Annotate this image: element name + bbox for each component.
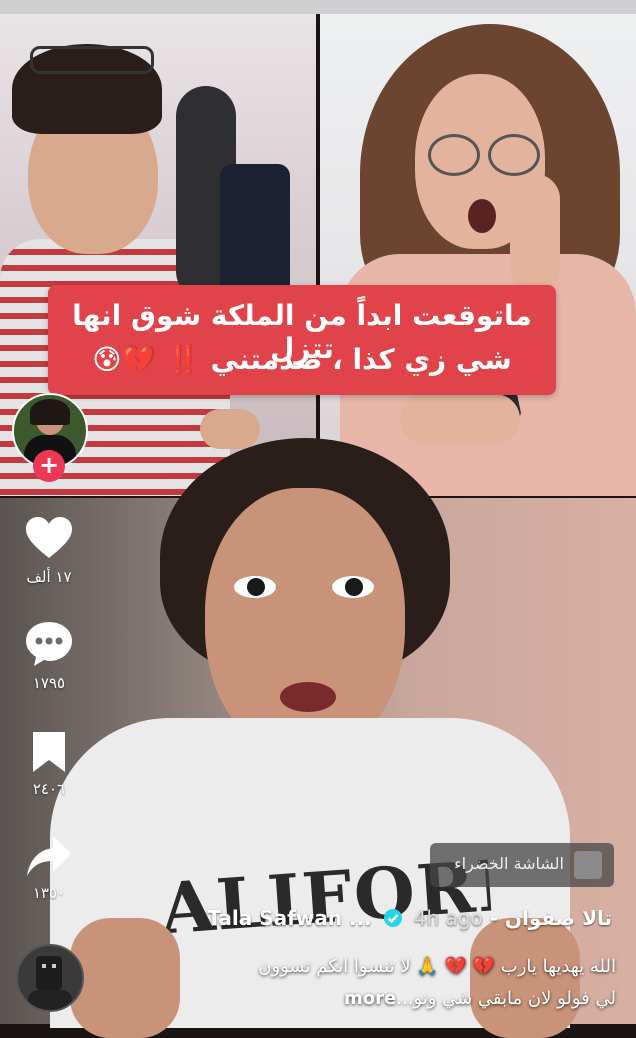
- share-button[interactable]: ١٣٥٠: [18, 834, 80, 902]
- post-description-line-2: لي فولو لان مابقي شي ونو...more: [344, 988, 616, 1009]
- post-description-text: لي فولو لان مابقي شي ونو...: [396, 988, 616, 1009]
- post-time: 4h ago: [413, 906, 483, 930]
- heart-icon: [26, 517, 72, 558]
- post-description-line-1: الله يهديها يارب 💔 💔 🙏 لا تنسوا انكم تسو…: [258, 956, 616, 977]
- like-count: ١٧ ألف: [26, 568, 72, 586]
- comment-count: ١٧٩٥: [32, 674, 66, 692]
- sound-disc-avatar[interactable]: [16, 944, 84, 1012]
- comment-button[interactable]: ١٧٩٥: [18, 620, 80, 692]
- like-button[interactable]: ١٧ ألف: [18, 516, 80, 586]
- follow-plus-button[interactable]: +: [33, 450, 65, 482]
- bookmark-count: ٢٤٠٦: [32, 780, 66, 798]
- caption-line-2: شي زي كذا ، صدمتني ‼️ 💔😰: [92, 343, 512, 376]
- video-caption-banner: ماتوقعت ابداً من الملكة شوق انها تتزل شي…: [48, 285, 556, 395]
- effect-thumbnail: [574, 851, 602, 879]
- verified-badge-icon: [383, 909, 402, 927]
- share-count: ١٣٥٠: [32, 884, 66, 902]
- author-name[interactable]: تالا صفوان - Tala Safwan ...: [207, 906, 612, 930]
- plus-icon: +: [38, 451, 60, 479]
- see-more-link[interactable]: more: [344, 988, 396, 1009]
- green-screen-effect-chip[interactable]: الشاشة الخضراء: [430, 843, 614, 887]
- video-panel-top-right: [320, 14, 636, 496]
- status-bar-area: [0, 0, 636, 14]
- effect-label: الشاشة الخضراء: [454, 854, 564, 873]
- post-author-line[interactable]: تالا صفوان - Tala Safwan ... 4h ago: [207, 906, 612, 930]
- chat-bubble-icon: [26, 622, 72, 666]
- bookmark-icon: [33, 732, 65, 772]
- bookmark-button[interactable]: ٢٤٠٦: [18, 730, 80, 798]
- video-panel-bottom: ALIFORN: [0, 438, 636, 1038]
- share-arrow-icon: [27, 836, 71, 876]
